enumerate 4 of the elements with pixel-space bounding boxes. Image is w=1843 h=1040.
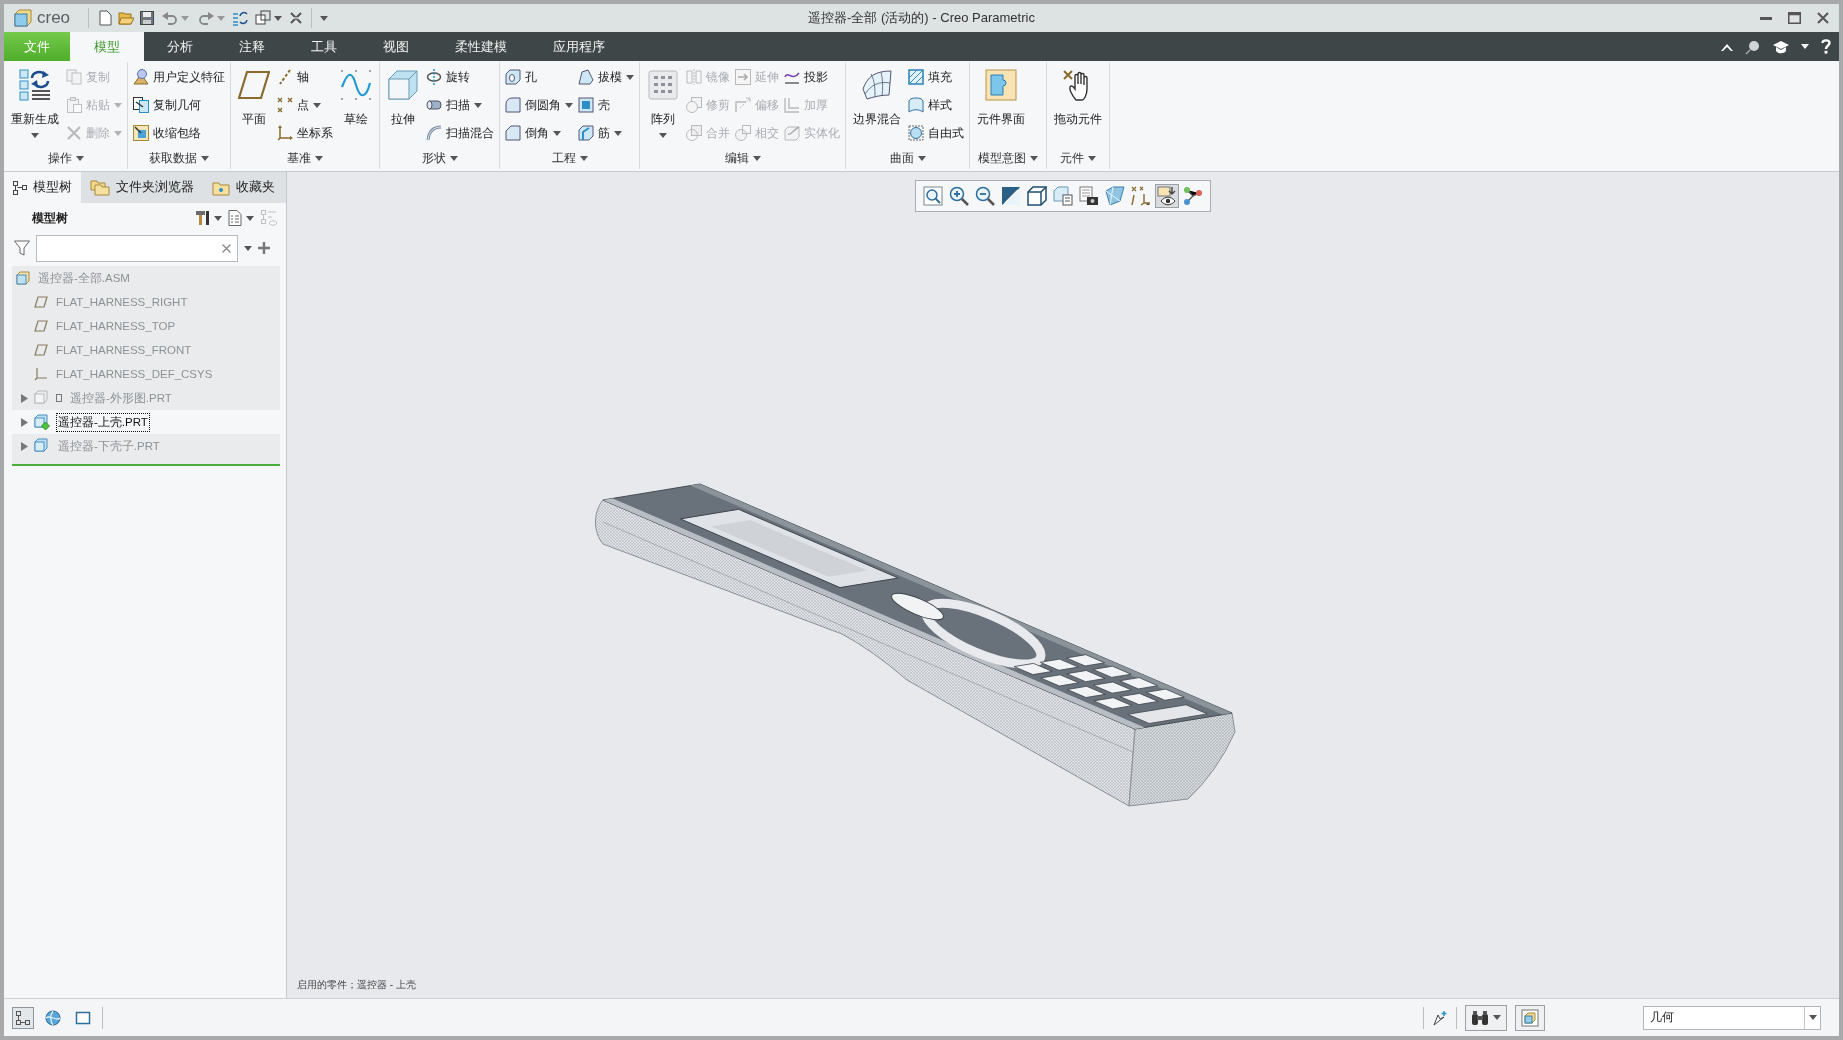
window-title: 遥控器-全部 (活动的) - Creo Parametric xyxy=(808,9,1035,27)
logo-wordmark: creo xyxy=(37,8,71,28)
status-message: 启用的零件；遥控器 - 上壳 xyxy=(297,978,416,992)
panel-title: 模型树 xyxy=(32,209,68,227)
